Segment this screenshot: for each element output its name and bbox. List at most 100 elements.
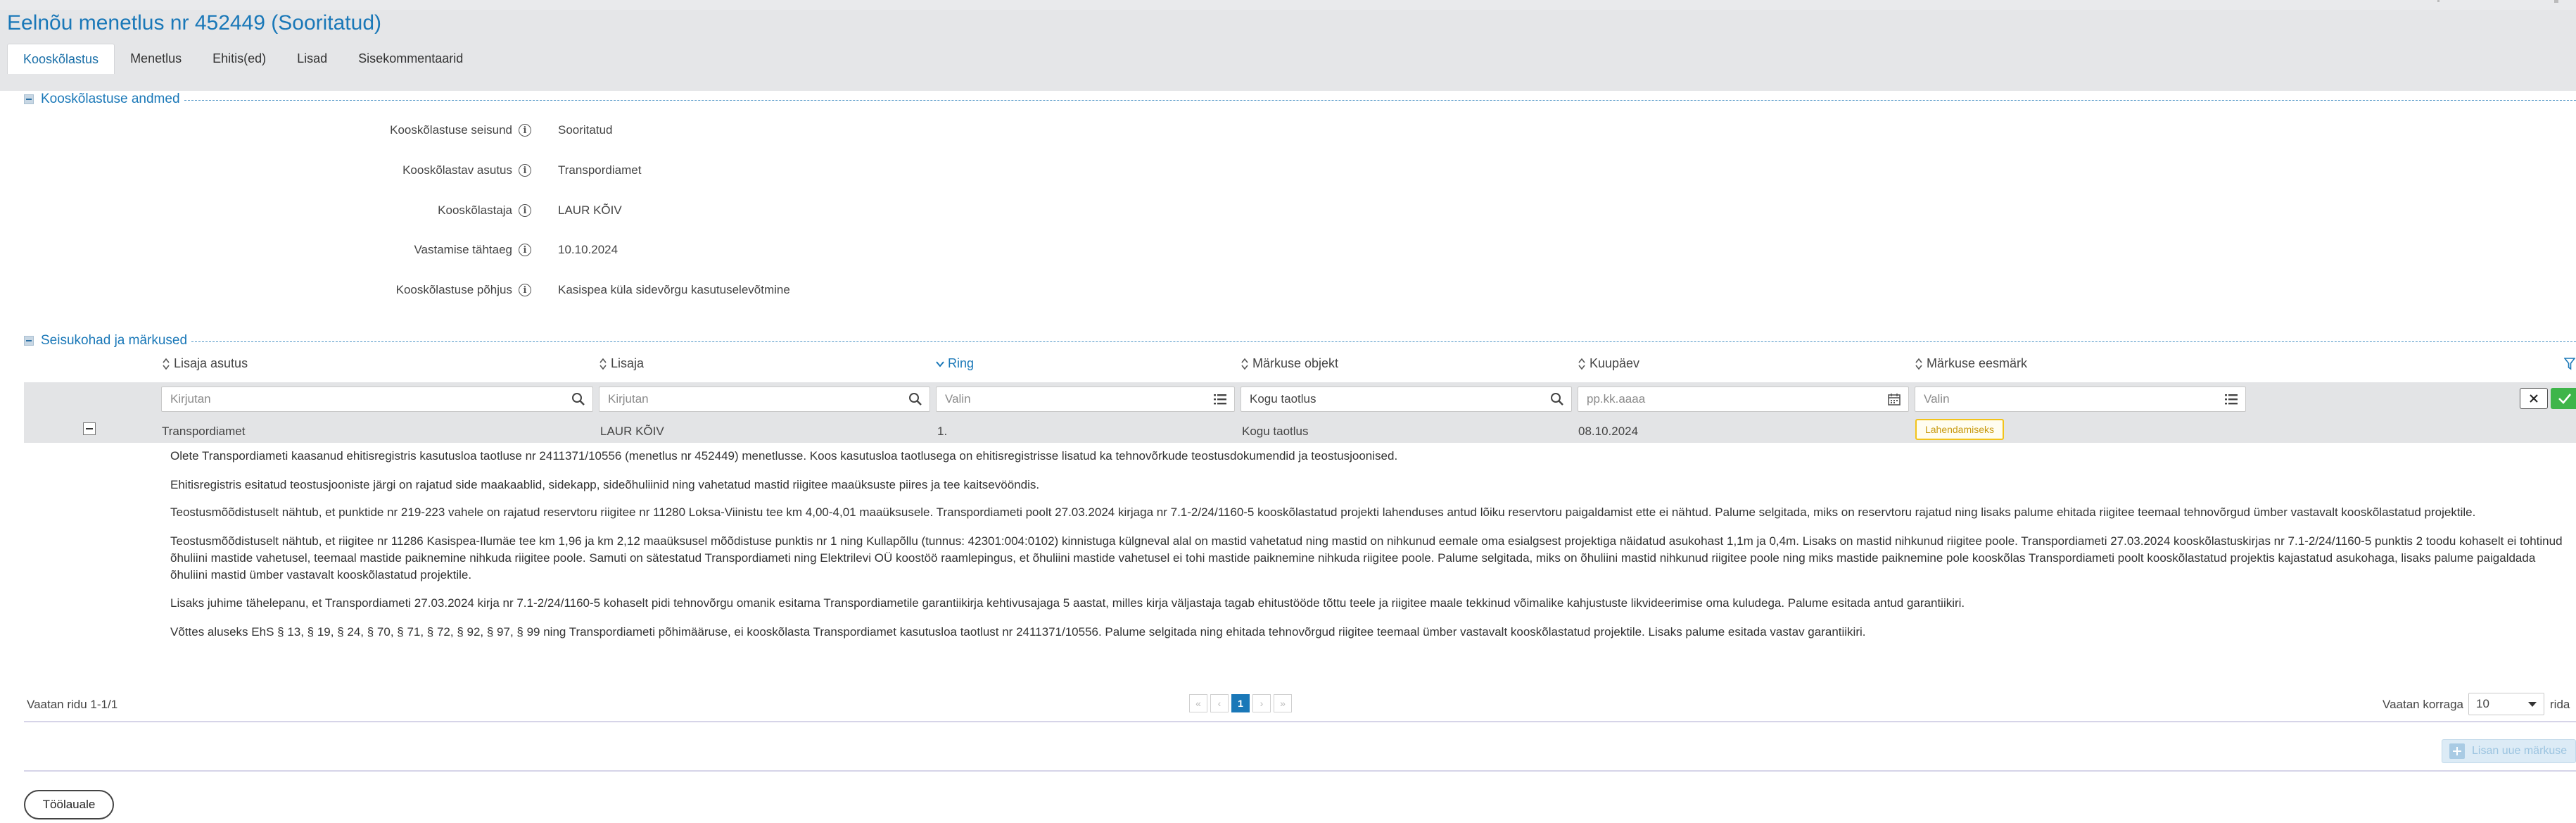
collapse-toggle-icon[interactable] (24, 336, 34, 346)
field-row-seisund: Kooskõlastuse seisund i Sooritatud (0, 116, 844, 144)
filter-ring-select[interactable] (937, 387, 1234, 411)
filter-markuse-eesmark-select[interactable] (1915, 387, 2245, 411)
field-value: Kasispea küla sidevõrgu kasutuselevõtmin… (558, 283, 790, 296)
current-page-button[interactable]: 1 (1231, 694, 1250, 712)
sort-icon (1241, 358, 1248, 370)
sort-descending-icon (936, 360, 944, 367)
info-icon[interactable]: i (519, 164, 531, 177)
column-header-lisaja[interactable]: Lisaja (599, 356, 644, 371)
comment-paragraph: Olete Transpordiameti kaasanud ehitisreg… (170, 449, 1398, 463)
filter-kuupaev-input[interactable] (1578, 387, 1908, 411)
close-icon (2530, 394, 2538, 403)
comment-paragraph: Teostusmõõdistuselt nähtub, et riigitee … (170, 534, 2563, 582)
plus-icon (2449, 743, 2465, 759)
cell-kuupaev: 08.10.2024 (1578, 425, 1639, 438)
divider (24, 770, 2576, 772)
field-row-asutus: Kooskõlastav asutus i Transpordiamet (0, 156, 844, 184)
info-icon[interactable]: i (519, 204, 531, 217)
filter-ring (936, 387, 1235, 412)
field-row-pohjus: Kooskõlastuse põhjus i Kasispea küla sid… (0, 276, 844, 304)
filter-funnel-icon[interactable] (2564, 358, 2575, 370)
column-header-label: Märkuse eesmärk (1927, 356, 2028, 370)
cell-markuse-objekt: Kogu taotlus (1242, 425, 1309, 438)
info-icon[interactable]: i (519, 244, 531, 256)
clear-filters-button[interactable] (2520, 388, 2548, 409)
column-header-kuupaev[interactable]: Kuupäev (1578, 356, 1639, 371)
filter-markuse-objekt (1241, 387, 1572, 412)
collapse-row-icon[interactable] (83, 422, 96, 435)
section-title: Seisukohad ja märkused (41, 333, 188, 348)
section-kooskolastuse-andmed: Kooskõlastuse andmed (24, 92, 2576, 107)
prev-page-button[interactable]: ‹ (1210, 694, 1229, 712)
top-marker (2437, 0, 2439, 2)
field-label: Vastamise tähtaeg (414, 243, 512, 256)
tab-kooskolastus[interactable]: Kooskõlastus (7, 44, 115, 74)
back-to-dashboard-button[interactable]: Töölauale (24, 790, 114, 819)
tab-lisad[interactable]: Lisad (281, 44, 343, 73)
tab-sisekommentaarid[interactable]: Sisekommentaarid (343, 44, 478, 73)
list-icon[interactable] (2224, 392, 2238, 406)
field-value: Transpordiamet (558, 163, 642, 177)
field-row-tahtaeg: Vastamise tähtaeg i 10.10.2024 (0, 236, 844, 264)
column-header-lisaja-asutus[interactable]: Lisaja asutus (162, 356, 248, 371)
section-divider (191, 341, 2576, 342)
search-icon[interactable] (908, 392, 922, 406)
sort-icon (163, 358, 170, 370)
filter-markuse-objekt-input[interactable] (1241, 387, 1571, 411)
pagination-info: Vaatan ridu 1-1/1 (27, 698, 118, 711)
page-size-label: Vaatan korraga (2383, 698, 2463, 711)
filter-lisaja-input[interactable] (599, 387, 929, 411)
comment-paragraph: Teostusmõõdistuselt nähtub, et punktide … (170, 505, 2476, 519)
filter-lisaja-asutus-input[interactable] (162, 387, 592, 411)
page-size-select[interactable]: 10 (2468, 693, 2544, 715)
field-value: Sooritatud (558, 123, 613, 137)
field-label: Kooskõlastav asutus (402, 163, 512, 177)
section-seisukohad-ja-markused: Seisukohad ja märkused (24, 333, 2576, 348)
sort-icon (599, 358, 607, 370)
check-icon (2558, 394, 2571, 404)
column-header-markuse-eesmark[interactable]: Märkuse eesmärk (1915, 356, 2027, 371)
filter-kuupaev (1578, 387, 1909, 412)
column-header-ring[interactable]: Ring (936, 356, 974, 371)
comment-paragraph: Ehitisregistris esitatud teostusjooniste… (170, 478, 1040, 491)
filter-lisaja (599, 387, 930, 412)
apply-filters-button[interactable] (2551, 388, 2576, 409)
info-icon[interactable]: i (519, 284, 531, 296)
field-row-kooskolastaja: Kooskõlastaja i LAUR KÕIV (0, 196, 844, 225)
first-page-button[interactable]: « (1189, 694, 1207, 712)
tab-ehitised[interactable]: Ehitis(ed) (197, 44, 281, 73)
filter-lisaja-asutus (161, 387, 593, 412)
sort-icon (1915, 358, 1922, 370)
last-page-button[interactable]: » (1274, 694, 1292, 712)
list-icon[interactable] (1213, 392, 1227, 406)
calendar-icon[interactable] (1887, 392, 1901, 406)
section-title: Kooskõlastuse andmed (41, 92, 180, 106)
section-divider (184, 99, 2576, 101)
column-header-label: Ring (948, 356, 975, 370)
column-header-label: Märkuse objekt (1252, 356, 1339, 370)
add-comment-button[interactable]: Lisan uue märkuse (2442, 739, 2576, 763)
page-size-value: 10 (2476, 697, 2489, 710)
search-icon[interactable] (1550, 392, 1564, 406)
divider (24, 721, 2576, 722)
column-header-markuse-objekt[interactable]: Märkuse objekt (1241, 356, 1338, 371)
info-icon[interactable]: i (519, 124, 531, 137)
tab-menetlus[interactable]: Menetlus (115, 44, 197, 73)
column-header-label: Lisaja asutus (174, 356, 248, 370)
cell-lisaja-asutus: Transpordiamet (162, 425, 246, 438)
field-label: Kooskõlastuse seisund (390, 123, 512, 137)
column-header-label: Kuupäev (1590, 356, 1640, 370)
field-value: 10.10.2024 (558, 243, 618, 256)
pager: « ‹ 1 › » (1189, 694, 1292, 714)
top-marker-2 (2554, 0, 2558, 3)
collapse-toggle-icon[interactable] (24, 94, 34, 104)
cell-lisaja: LAUR KÕIV (600, 425, 664, 438)
filter-markuse-eesmark (1915, 387, 2246, 412)
page-size-suffix: rida (2550, 698, 2570, 711)
add-comment-label: Lisan uue märkuse (2472, 745, 2568, 757)
comment-paragraph: Võttes aluseks EhS § 13, § 19, § 24, § 7… (170, 625, 1866, 639)
next-page-button[interactable]: › (1252, 694, 1271, 712)
chevron-down-icon (2528, 702, 2537, 707)
search-icon[interactable] (571, 392, 585, 406)
page-title: Eelnõu menetlus nr 452449 (Sooritatud) (7, 11, 382, 34)
